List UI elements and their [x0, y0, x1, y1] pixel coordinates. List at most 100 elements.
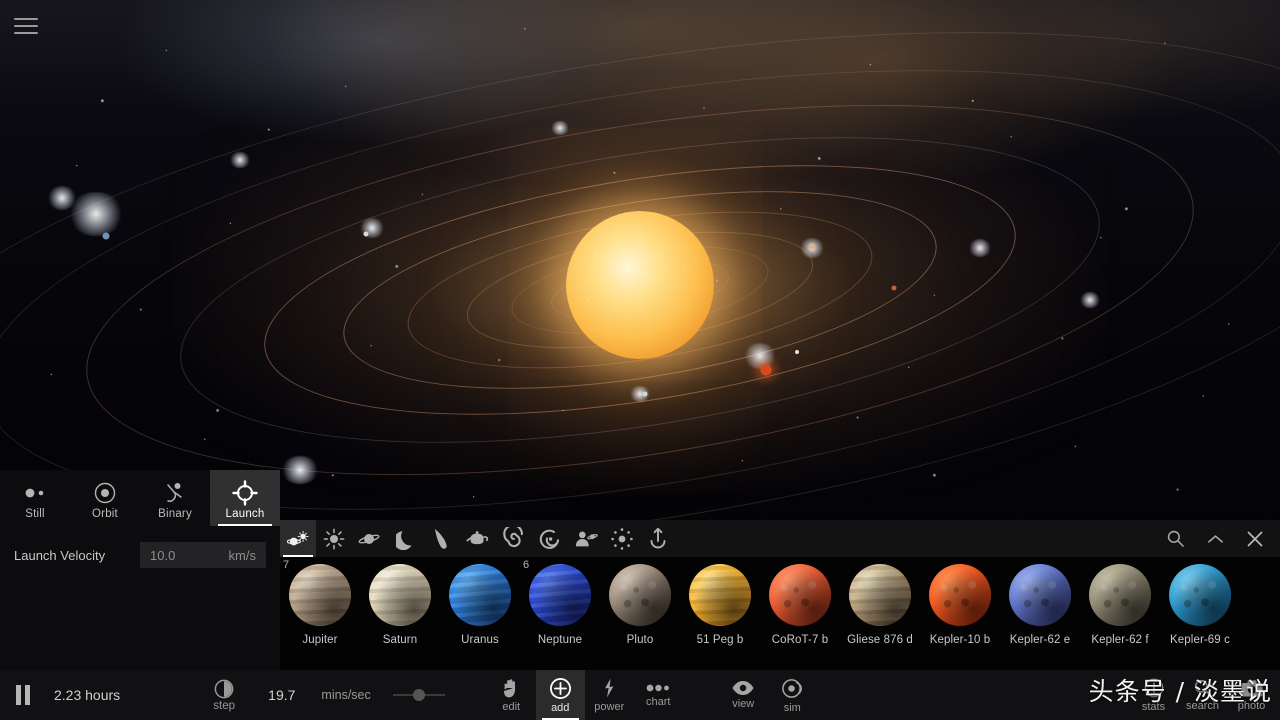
universe-sandbox-app: Still Orbit Binary Launch Launch Velocit…: [0, 0, 1280, 720]
tool-label: power: [594, 701, 625, 713]
tool-label: search: [1185, 700, 1220, 712]
object-thumbnail: [929, 564, 991, 626]
tool-label: chart: [646, 696, 671, 708]
tool-button-photo[interactable]: photo: [1227, 670, 1276, 720]
hamburger-menu-icon[interactable]: [14, 16, 38, 36]
tool-button-sim[interactable]: sim: [768, 670, 817, 720]
orbit-circle-icon: [93, 481, 117, 505]
object-item[interactable]: 6 Neptune: [520, 557, 600, 646]
category-tab-row: [280, 520, 676, 557]
object-name-label: Kepler-10 b: [929, 634, 991, 646]
tool-button-add[interactable]: add: [535, 670, 585, 720]
object-thumbnail: [1169, 564, 1231, 626]
category-asteroid-belt-icon[interactable]: [604, 520, 640, 557]
hamburger-bar: [14, 32, 38, 34]
step-button-label: step: [213, 700, 236, 712]
launch-velocity-row: Launch Velocity 10.0 km/s: [14, 542, 266, 568]
category-galaxy-icon[interactable]: [532, 520, 568, 557]
chevron-up-icon[interactable]: [1204, 528, 1226, 550]
tool-buttons: edit add power chart view sim: [487, 670, 817, 720]
category-spiral-galaxy-icon[interactable]: [496, 520, 532, 557]
object-name-label: Jupiter: [302, 634, 338, 646]
tool-button-stats[interactable]: stats: [1129, 670, 1178, 720]
category-teapot-icon[interactable]: [460, 520, 496, 557]
elapsed-time-readout: 2.23 hours: [54, 687, 121, 703]
launch-mode-label: Still: [25, 507, 45, 520]
launch-mode-tabs: Still Orbit Binary Launch: [0, 470, 280, 526]
object-thumbnail: [289, 564, 351, 626]
object-thumbnail: [1089, 564, 1151, 626]
bolt-icon: [601, 677, 617, 699]
category-person-icon[interactable]: [568, 520, 604, 557]
category-moon-icon[interactable]: [388, 520, 424, 557]
object-browser-panel: 7 Jupiter Saturn Uranus 6 Neptune Pluto 51 Peg …: [280, 520, 1280, 670]
object-name-label: Neptune: [537, 634, 583, 646]
object-item[interactable]: Gliese 876 d: [840, 557, 920, 646]
step-clock-icon: [213, 678, 235, 700]
launch-settings-panel: Still Orbit Binary Launch Launch Velocit…: [0, 470, 280, 670]
slider-knob[interactable]: [412, 689, 425, 701]
object-item[interactable]: Kepler-62 e: [1000, 557, 1080, 646]
bottom-toolbar: 2.23 hours step 19.7 mins/sec edit add p…: [0, 670, 1280, 720]
launch-mode-label: Orbit: [92, 507, 118, 520]
tool-button-chart[interactable]: chart: [634, 670, 683, 720]
tool-button-power[interactable]: power: [585, 670, 634, 720]
category-planet-and-star-icon[interactable]: [280, 520, 316, 557]
object-browser-header-controls: [1164, 520, 1280, 557]
object-item[interactable]: CoRoT-7 b: [760, 557, 840, 646]
launch-mode-tab-orbit[interactable]: Orbit: [70, 470, 140, 526]
time-rate-slider[interactable]: [392, 687, 445, 703]
object-item[interactable]: 7 Jupiter: [280, 557, 360, 646]
right-tool-buttons: stats search photo: [1129, 670, 1276, 720]
object-thumbnail: [689, 564, 751, 626]
object-count-badge: 6: [523, 559, 530, 571]
category-rocket-launch-icon[interactable]: [640, 520, 676, 557]
hamburger-bar: [14, 18, 38, 20]
object-thumbnail-list[interactable]: 7 Jupiter Saturn Uranus 6 Neptune Pluto 51 Peg …: [280, 557, 1280, 670]
time-rate-unit: mins/sec: [321, 688, 371, 702]
info-icon: [1143, 677, 1165, 699]
object-name-label: Kepler-62 e: [1009, 634, 1071, 646]
time-rate-value: 19.7: [268, 687, 296, 703]
object-item[interactable]: Kepler-10 b: [920, 557, 1000, 646]
launch-velocity-input[interactable]: 10.0 km/s: [140, 542, 266, 568]
tool-button-search[interactable]: search: [1178, 670, 1227, 720]
launch-velocity-section: Launch Velocity 10.0 km/s: [0, 526, 280, 568]
object-item[interactable]: 51 Peg b: [680, 557, 760, 646]
tool-label: sim: [783, 701, 801, 714]
pause-bar: [16, 685, 21, 705]
object-count-badge: 7: [283, 559, 290, 571]
tool-button-edit[interactable]: edit: [487, 670, 536, 720]
launch-mode-tab-binary[interactable]: Binary: [140, 470, 210, 526]
object-name-label: Pluto: [626, 634, 654, 646]
category-comet-icon[interactable]: [424, 520, 460, 557]
sim-orbit-icon: [781, 677, 804, 700]
object-thumbnail: [609, 564, 671, 626]
close-icon[interactable]: [1244, 528, 1266, 550]
object-item[interactable]: Pluto: [600, 557, 680, 646]
search-icon[interactable]: [1164, 528, 1186, 550]
object-thumbnail: [849, 564, 911, 626]
object-thumbnail: [369, 564, 431, 626]
tool-button-view[interactable]: view: [719, 670, 768, 720]
object-item[interactable]: Kepler-62 f: [1080, 557, 1160, 646]
step-button[interactable]: step: [202, 678, 246, 712]
launch-velocity-value: 10.0: [150, 547, 176, 563]
launch-velocity-unit: km/s: [228, 547, 256, 563]
pause-button[interactable]: [0, 670, 46, 720]
object-thumbnail: [769, 564, 831, 626]
object-item[interactable]: Uranus: [440, 557, 520, 646]
tool-label: view: [732, 698, 755, 710]
object-thumbnail: [1009, 564, 1071, 626]
object-item[interactable]: Saturn: [360, 557, 440, 646]
tool-label: stats: [1141, 701, 1166, 713]
object-item[interactable]: Kepler-69 c: [1160, 557, 1240, 646]
binary-pair-icon: [163, 481, 187, 505]
category-star-icon[interactable]: [316, 520, 352, 557]
pause-bar: [25, 685, 30, 705]
object-browser-header: [280, 520, 1280, 557]
launch-mode-tab-launch[interactable]: Launch: [210, 470, 280, 526]
category-planet-icon[interactable]: [352, 520, 388, 557]
launch-mode-tab-still[interactable]: Still: [0, 470, 70, 526]
tool-label: edit: [502, 701, 521, 713]
